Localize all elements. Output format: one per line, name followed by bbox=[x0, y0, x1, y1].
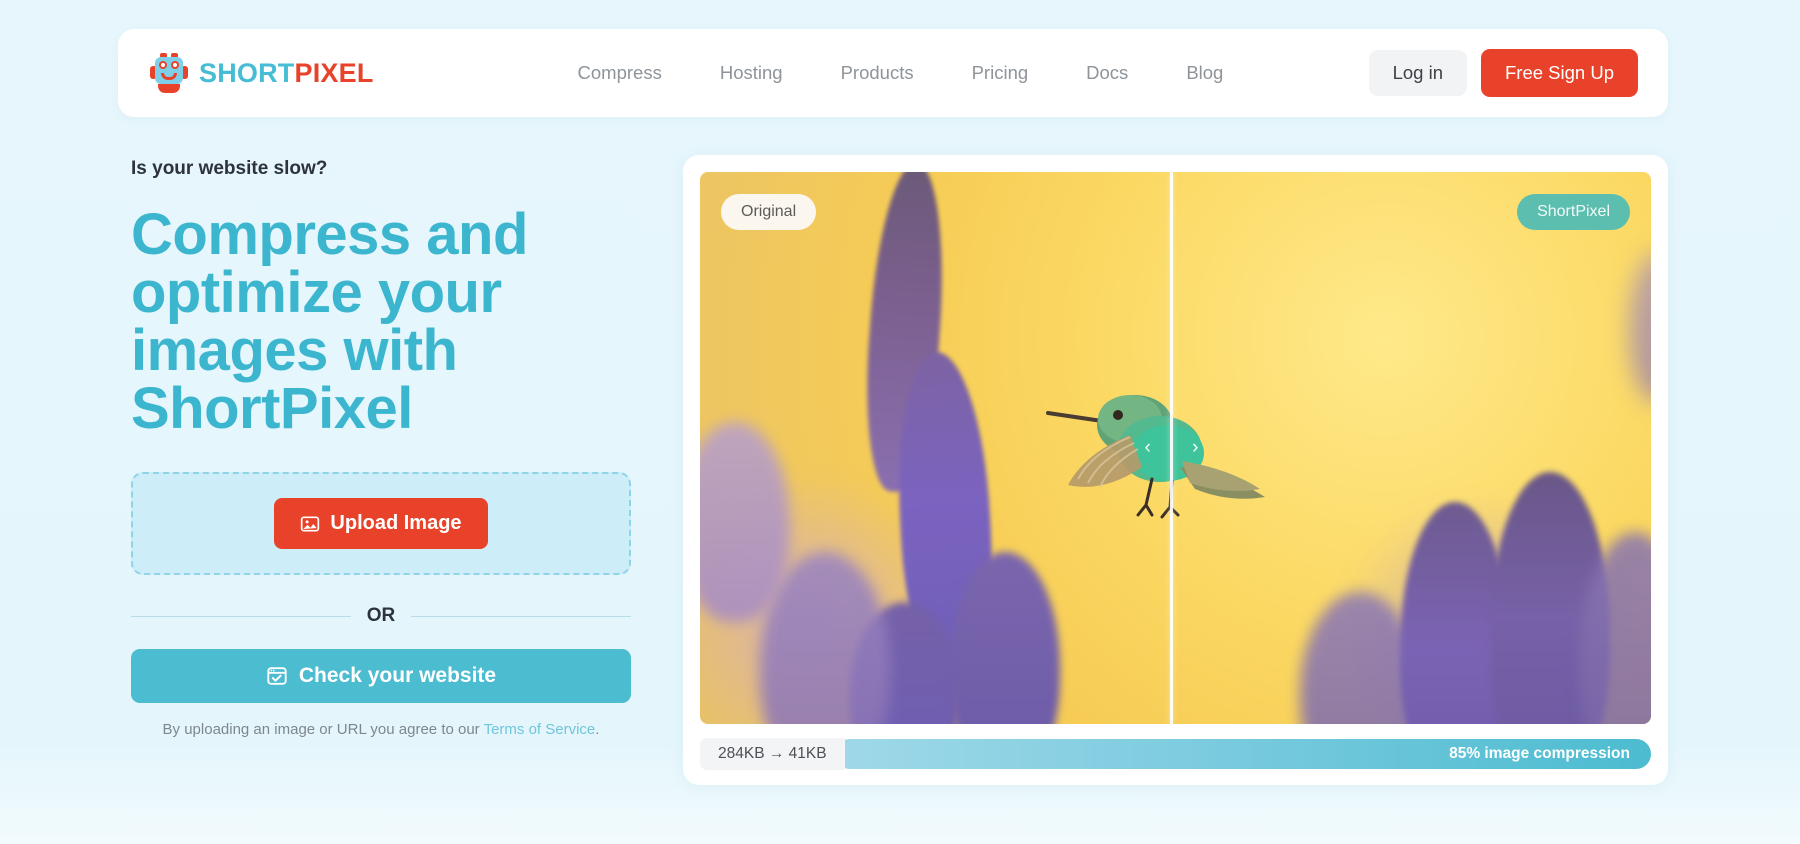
comparison-card: Original ShortPixel ‹ › 284KB → 41KB 85%… bbox=[683, 155, 1668, 785]
chevron-right-icon: › bbox=[1192, 437, 1199, 458]
nav-item-blog[interactable]: Blog bbox=[1157, 62, 1252, 84]
image-icon bbox=[301, 516, 320, 531]
terms-of-service-link[interactable]: Terms of Service bbox=[484, 721, 596, 738]
logo-wordmark: SHORTPIXEL bbox=[199, 58, 374, 89]
nav-item-hosting[interactable]: Hosting bbox=[691, 62, 812, 84]
page-title: Compress and optimize your images with S… bbox=[131, 202, 528, 441]
nav-item-compress[interactable]: Compress bbox=[549, 62, 691, 84]
compression-percent-label: 85% image compression bbox=[1449, 745, 1630, 762]
comparison-slider[interactable]: ‹ › bbox=[1145, 172, 1199, 724]
logo-text-pixel: PIXEL bbox=[294, 57, 374, 88]
comparison-slider-handle[interactable]: ‹ › bbox=[1145, 432, 1199, 464]
nav-item-docs[interactable]: Docs bbox=[1057, 62, 1157, 84]
upload-dropzone[interactable]: Upload Image bbox=[131, 472, 631, 575]
nav-item-products[interactable]: Products bbox=[812, 62, 943, 84]
logo[interactable]: SHORTPIXEL bbox=[150, 53, 374, 93]
browser-check-icon bbox=[267, 667, 287, 685]
hero-eyebrow: Is your website slow? bbox=[131, 158, 328, 179]
main-navigation: Compress Hosting Products Pricing Docs B… bbox=[549, 62, 1253, 84]
compression-bar: 85% image compression bbox=[834, 739, 1651, 769]
header-actions: Log in Free Sign Up bbox=[1368, 49, 1638, 97]
terms-prefix: By uploading an image or URL you agree t… bbox=[162, 721, 484, 738]
signup-button[interactable]: Free Sign Up bbox=[1481, 49, 1638, 97]
label-original: Original bbox=[721, 194, 817, 230]
or-label: OR bbox=[366, 605, 396, 626]
page-root: SHORTPIXEL Compress Hosting Products Pri… bbox=[0, 0, 1800, 844]
upload-image-label: Upload Image bbox=[330, 512, 462, 534]
or-divider: OR bbox=[131, 605, 631, 627]
upload-image-button[interactable]: Upload Image bbox=[274, 498, 488, 549]
nav-item-pricing[interactable]: Pricing bbox=[943, 62, 1058, 84]
terms-suffix: . bbox=[595, 721, 600, 738]
hero-left-column: Is your website slow? Compress and optim… bbox=[131, 158, 631, 738]
chevron-left-icon: ‹ bbox=[1144, 437, 1151, 458]
divider-line-right bbox=[411, 615, 631, 617]
file-size-summary: 284KB → 41KB bbox=[700, 738, 845, 770]
check-website-label: Check your website bbox=[298, 664, 497, 687]
login-button[interactable]: Log in bbox=[1368, 50, 1467, 96]
robot-mascot-icon bbox=[150, 53, 188, 93]
check-website-button[interactable]: Check your website bbox=[131, 649, 631, 703]
before-after-photo[interactable]: Original ShortPixel ‹ › bbox=[700, 172, 1651, 724]
site-header: SHORTPIXEL Compress Hosting Products Pri… bbox=[118, 29, 1668, 117]
divider-line-left bbox=[131, 615, 351, 617]
terms-notice: By uploading an image or URL you agree t… bbox=[131, 721, 631, 738]
label-shortpixel: ShortPixel bbox=[1517, 194, 1630, 230]
compression-stats: 284KB → 41KB 85% image compression bbox=[700, 738, 1651, 770]
logo-text-short: SHORT bbox=[199, 57, 295, 88]
